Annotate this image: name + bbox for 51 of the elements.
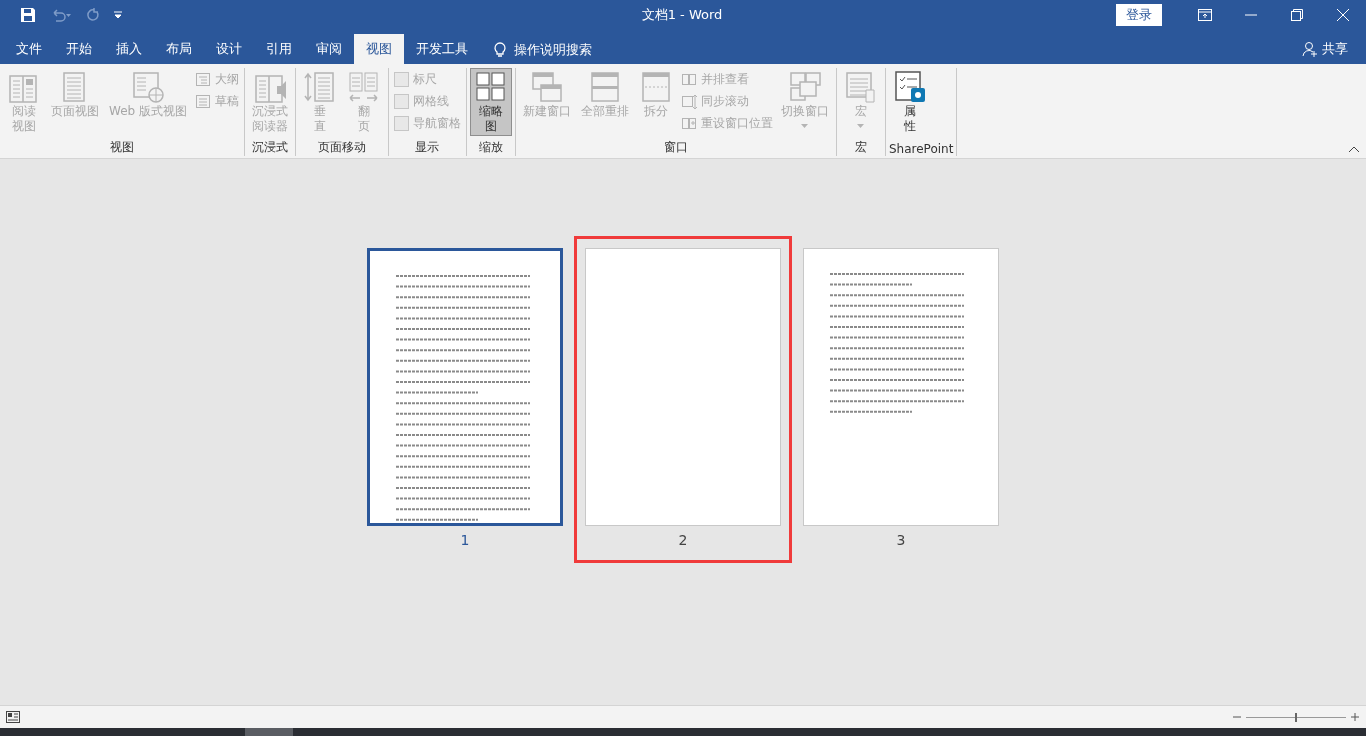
- thumbnail-grid-icon: [474, 70, 508, 104]
- ribbon-tab[interactable]: 视图: [354, 34, 404, 64]
- share-button[interactable]: 共享: [1296, 34, 1354, 64]
- ribbon-tab[interactable]: 开始: [54, 34, 104, 64]
- new-window-icon: [530, 70, 564, 104]
- ribbon-tab[interactable]: 文件: [4, 34, 54, 64]
- switch-windows-icon: [788, 70, 822, 104]
- ribbon-tab[interactable]: 开发工具: [404, 34, 480, 64]
- pages-arrows-icon: [347, 70, 381, 104]
- split-window-icon: [639, 70, 673, 104]
- save-icon[interactable]: [18, 5, 38, 25]
- page-thumbnail[interactable]: [367, 248, 563, 526]
- page-number: 2: [678, 531, 688, 550]
- arrange-windows-icon: [588, 70, 622, 104]
- ribbon-tab[interactable]: 设计: [204, 34, 254, 64]
- group-label: 缩放: [478, 139, 504, 156]
- sync-scroll-icon: [681, 93, 697, 110]
- ribbon-button[interactable]: 属性: [889, 68, 931, 136]
- group-label: 视图: [109, 139, 135, 156]
- caret-icon: [857, 124, 865, 128]
- caret-icon: [801, 124, 809, 128]
- group-label: 宏: [854, 139, 868, 156]
- group-label: 显示: [414, 139, 441, 156]
- ribbon-tab[interactable]: 布局: [154, 34, 204, 64]
- ribbon-tab[interactable]: 插入: [104, 34, 154, 64]
- web-page-icon: [131, 70, 165, 104]
- search-field[interactable]: 操作说明搜索: [514, 41, 624, 57]
- group-label: 页面移动: [317, 139, 367, 156]
- page-number: 3: [896, 531, 906, 550]
- person-add-icon: [1302, 41, 1318, 57]
- side-by-side-icon: [681, 71, 697, 88]
- ribbon-tab[interactable]: 引用: [254, 34, 304, 64]
- window-title: 文档1 - Word: [640, 6, 724, 24]
- outline-icon: [195, 71, 211, 88]
- page-layout-icon[interactable]: [6, 711, 20, 723]
- group-label: 沉浸式: [251, 139, 289, 156]
- customize-toolbar-icon[interactable]: [112, 9, 124, 21]
- lightbulb-icon: [494, 41, 506, 57]
- ribbon-tab[interactable]: 审阅: [304, 34, 354, 64]
- vertical-page-icon: [303, 70, 337, 104]
- page-number: 1: [460, 531, 470, 550]
- checklist-icon: [893, 70, 927, 104]
- group-label: 窗口: [663, 139, 689, 156]
- macro-icon: [844, 70, 878, 104]
- ribbon-button[interactable]: 缩略图: [470, 68, 512, 136]
- login-button[interactable]: 登录: [1116, 4, 1162, 26]
- draft-icon: [195, 93, 211, 110]
- group-label: SharePoint: [889, 142, 954, 156]
- reset-window-icon: [681, 115, 697, 132]
- redo-icon[interactable]: [84, 6, 102, 24]
- zoom-in-icon[interactable]: [1350, 712, 1360, 722]
